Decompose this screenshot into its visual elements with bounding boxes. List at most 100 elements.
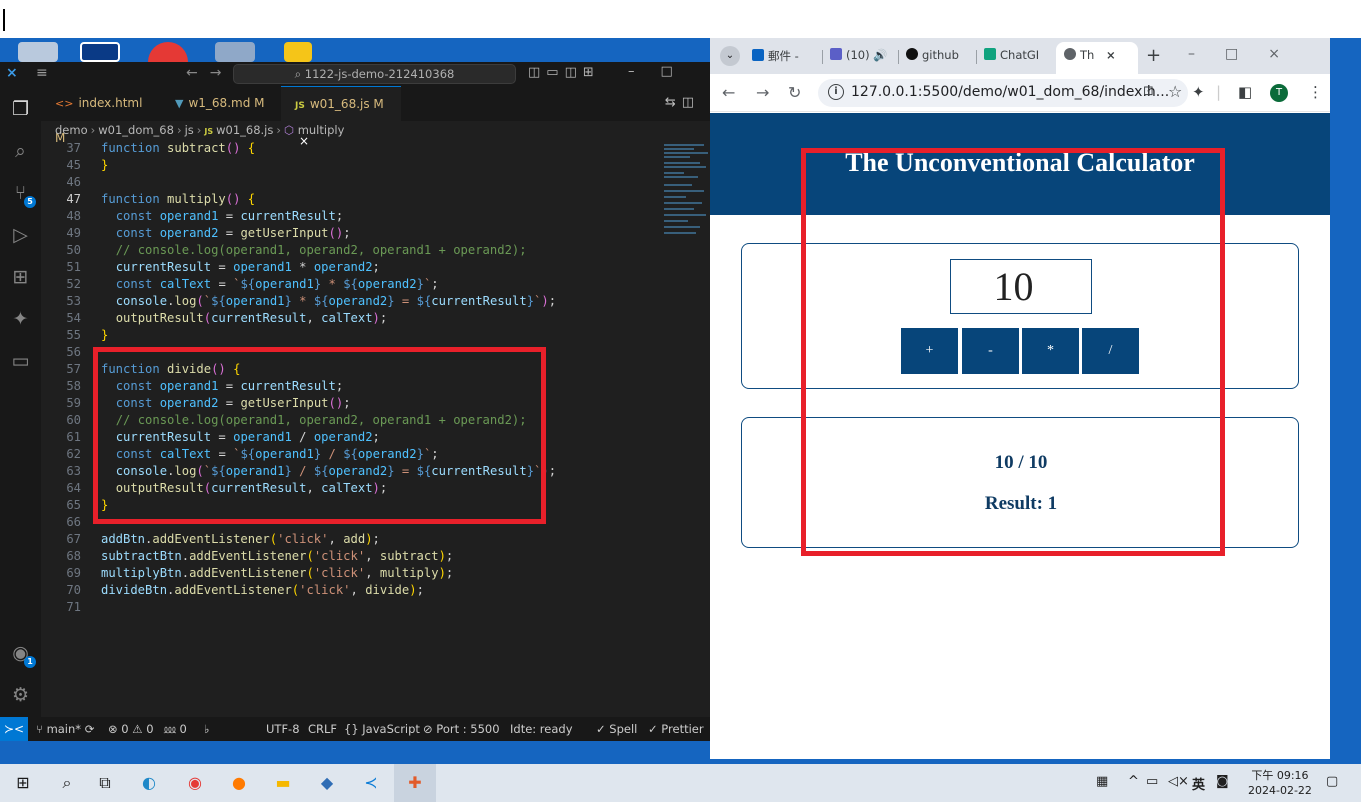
tab-label: w1_68.md M (188, 96, 265, 110)
chrome-icon[interactable]: ◉ (184, 772, 206, 794)
minimap-row (664, 176, 698, 178)
reload-icon[interactable]: ↻ (788, 83, 801, 102)
breadcrumb-item[interactable]: demo (55, 123, 88, 137)
minimap-row (664, 166, 706, 168)
problems-status[interactable]: ⊗ 0 ⚠ 0 (108, 717, 154, 741)
tab-w1-68-md[interactable]: ▼ w1_68.md M (161, 86, 281, 121)
search-icon[interactable]: ⌕ (0, 140, 41, 162)
minimap-row (664, 196, 686, 198)
site-info-icon[interactable]: i (828, 84, 844, 100)
clock[interactable]: 下午 09:16 2024-02-22 (1248, 768, 1312, 798)
task-view-icon[interactable]: ⧉ (94, 772, 116, 794)
code-line: 46 (66, 175, 81, 189)
vscode-logo-icon: ⨯ (6, 65, 18, 81)
vscode-title-bar: ⨯ ≡ ←→ ⌕ 1122-js-demo-212410368 ◫▭◫⊞ –□ (0, 62, 710, 86)
code-line: 54 outputResult(currentResult, calText); (66, 311, 388, 325)
remote-explorer-icon[interactable]: ▭ (0, 350, 41, 372)
virtualbox-icon[interactable]: ◆ (316, 772, 338, 794)
tray-chevron-icon[interactable]: ^ (1128, 774, 1139, 789)
remote-icon[interactable]: ≻< (0, 717, 28, 741)
tab-w01-68-js[interactable]: JS w01_68.js M × (281, 86, 401, 148)
more-menu-icon[interactable]: ⋮ (1308, 83, 1323, 101)
ide-status[interactable]: Idte: ready (510, 717, 573, 741)
window-controls[interactable]: –□ (628, 64, 699, 79)
run-debug-icon[interactable]: ▷ (0, 224, 41, 246)
language-status[interactable]: {} JavaScript (344, 717, 420, 741)
tab-calculator[interactable]: Th × (1056, 42, 1138, 74)
activity-bar: ❐ ⌕ ⑂ 5 ▷ ⊞ ✦ ▭ ◉ 1 ⚙ (0, 86, 41, 717)
breadcrumb-item[interactable]: multiply (298, 123, 345, 137)
minimap-row (664, 220, 688, 222)
port-status[interactable]: ⊘ Port : 5500 (423, 717, 500, 741)
desktop-toggle-icon[interactable]: ▦ (1096, 774, 1108, 789)
tab-search-icon[interactable]: ⌄ (720, 46, 740, 66)
search-icon[interactable]: ⌕ (56, 772, 78, 794)
tab-mail[interactable]: 郵件 - (752, 48, 799, 64)
spell-status[interactable]: ✓ Spell (596, 717, 637, 741)
prettier-status[interactable]: ✓ Prettier (648, 717, 704, 741)
eol-status[interactable]: CRLF (308, 717, 337, 741)
explorer-icon[interactable]: ❐ (0, 98, 41, 120)
file-explorer-icon[interactable]: ▬ (272, 772, 294, 794)
desktop-icon-virtualbox[interactable] (215, 42, 255, 62)
ime-mode-icon[interactable]: ◙ (1216, 774, 1229, 789)
tab-label: ChatGI (1000, 48, 1040, 62)
tab-chatgpt[interactable]: ChatGI (984, 48, 1039, 62)
ports-status[interactable]: ⅏ 0 (164, 717, 187, 741)
desktop-icon-dev[interactable] (80, 42, 120, 62)
bookmark-star-icon[interactable]: ☆ (1168, 82, 1182, 101)
url-text: 127.0.0.1:5500/demo/w01_dom_68/index.h..… (851, 84, 1170, 100)
chevron-right-icon: › (196, 123, 202, 137)
minimap-row (664, 152, 708, 154)
accounts-badge: 1 (24, 656, 36, 668)
run-icon[interactable]: ♭ (204, 717, 209, 741)
breadcrumb-item[interactable]: js (185, 123, 194, 137)
address-bar[interactable]: i 127.0.0.1:5500/demo/w01_dom_68/index.h… (818, 79, 1188, 107)
menu-icon[interactable]: ≡ (36, 65, 48, 81)
minimap-row (664, 156, 690, 158)
network-icon[interactable]: ▭ (1146, 774, 1158, 789)
ime-indicator[interactable]: 英 (1192, 774, 1205, 793)
python-icon[interactable]: ✦ (0, 308, 41, 330)
translate-icon[interactable]: ⊡ (1143, 84, 1154, 99)
tab-label: 郵件 - (768, 49, 799, 63)
extensions-puzzle-icon[interactable]: ✦ (1192, 83, 1205, 101)
editor-actions-icons[interactable]: ⇆◫ (665, 95, 700, 110)
minimap[interactable] (664, 140, 708, 240)
minimap-row (664, 184, 692, 186)
volume-icon[interactable]: ◁× (1168, 774, 1189, 789)
window-controls[interactable]: –□× (1188, 46, 1310, 62)
tab-index-html[interactable]: <> index.html M (41, 86, 151, 145)
back-arrow-icon[interactable]: ← (722, 83, 735, 102)
tab-teams[interactable]: (10) 🔊 (830, 48, 888, 62)
command-center-search[interactable]: ⌕ 1122-js-demo-212410368 (233, 64, 516, 84)
edge-icon[interactable]: ◐ (138, 772, 160, 794)
nav-arrows-icon[interactable]: ←→ (186, 65, 233, 81)
breadcrumb-item[interactable]: w01_dom_68 (98, 123, 174, 137)
firefox-icon[interactable]: ● (228, 772, 250, 794)
taskbar: ⊞ ⌕ ⧉ ◐ ◉ ● ▬ ◆ ≺ ✚ ▦ ^ ▭ ◁× 英 ◙ 下午 09:1… (0, 764, 1361, 802)
desktop-icon-1[interactable] (18, 42, 58, 62)
chrome-toolbar: ← → ↻ i 127.0.0.1:5500/demo/w01_dom_68/i… (710, 74, 1330, 112)
forward-arrow-icon[interactable]: → (756, 83, 769, 102)
notification-icon[interactable]: ▢ (1326, 774, 1338, 789)
minimap-row (664, 226, 700, 228)
start-windows-icon[interactable]: ⊞ (12, 772, 34, 794)
side-panel-icon[interactable]: ◧ (1238, 83, 1252, 101)
tab-close-icon[interactable]: × (1106, 48, 1116, 62)
settings-gear-icon[interactable]: ⚙ (0, 684, 41, 706)
profile-avatar[interactable]: T (1270, 84, 1288, 102)
desktop-icon-folder[interactable] (284, 42, 312, 62)
minimap-row (664, 172, 684, 174)
tab-github[interactable]: github (906, 48, 959, 62)
breadcrumb-item[interactable]: w01_68.js (216, 123, 273, 137)
encoding-status[interactable]: UTF-8 (266, 717, 300, 741)
git-app-icon[interactable]: ✚ (404, 772, 426, 794)
vscode-icon[interactable]: ≺ (360, 772, 382, 794)
editor-tabs: <> index.html M ▼ w1_68.md M JS w01_68.js M… (41, 86, 710, 148)
new-tab-button[interactable]: + (1146, 45, 1161, 66)
layout-toggle-icons[interactable]: ◫▭◫⊞ (528, 65, 600, 80)
breadcrumb: demo › w01_dom_68 › js › JS w01_68.js › ⬡ multipl… (55, 123, 344, 139)
extensions-icon[interactable]: ⊞ (0, 266, 41, 288)
branch-status[interactable]: ⑂ main* ⟳ (36, 717, 94, 741)
